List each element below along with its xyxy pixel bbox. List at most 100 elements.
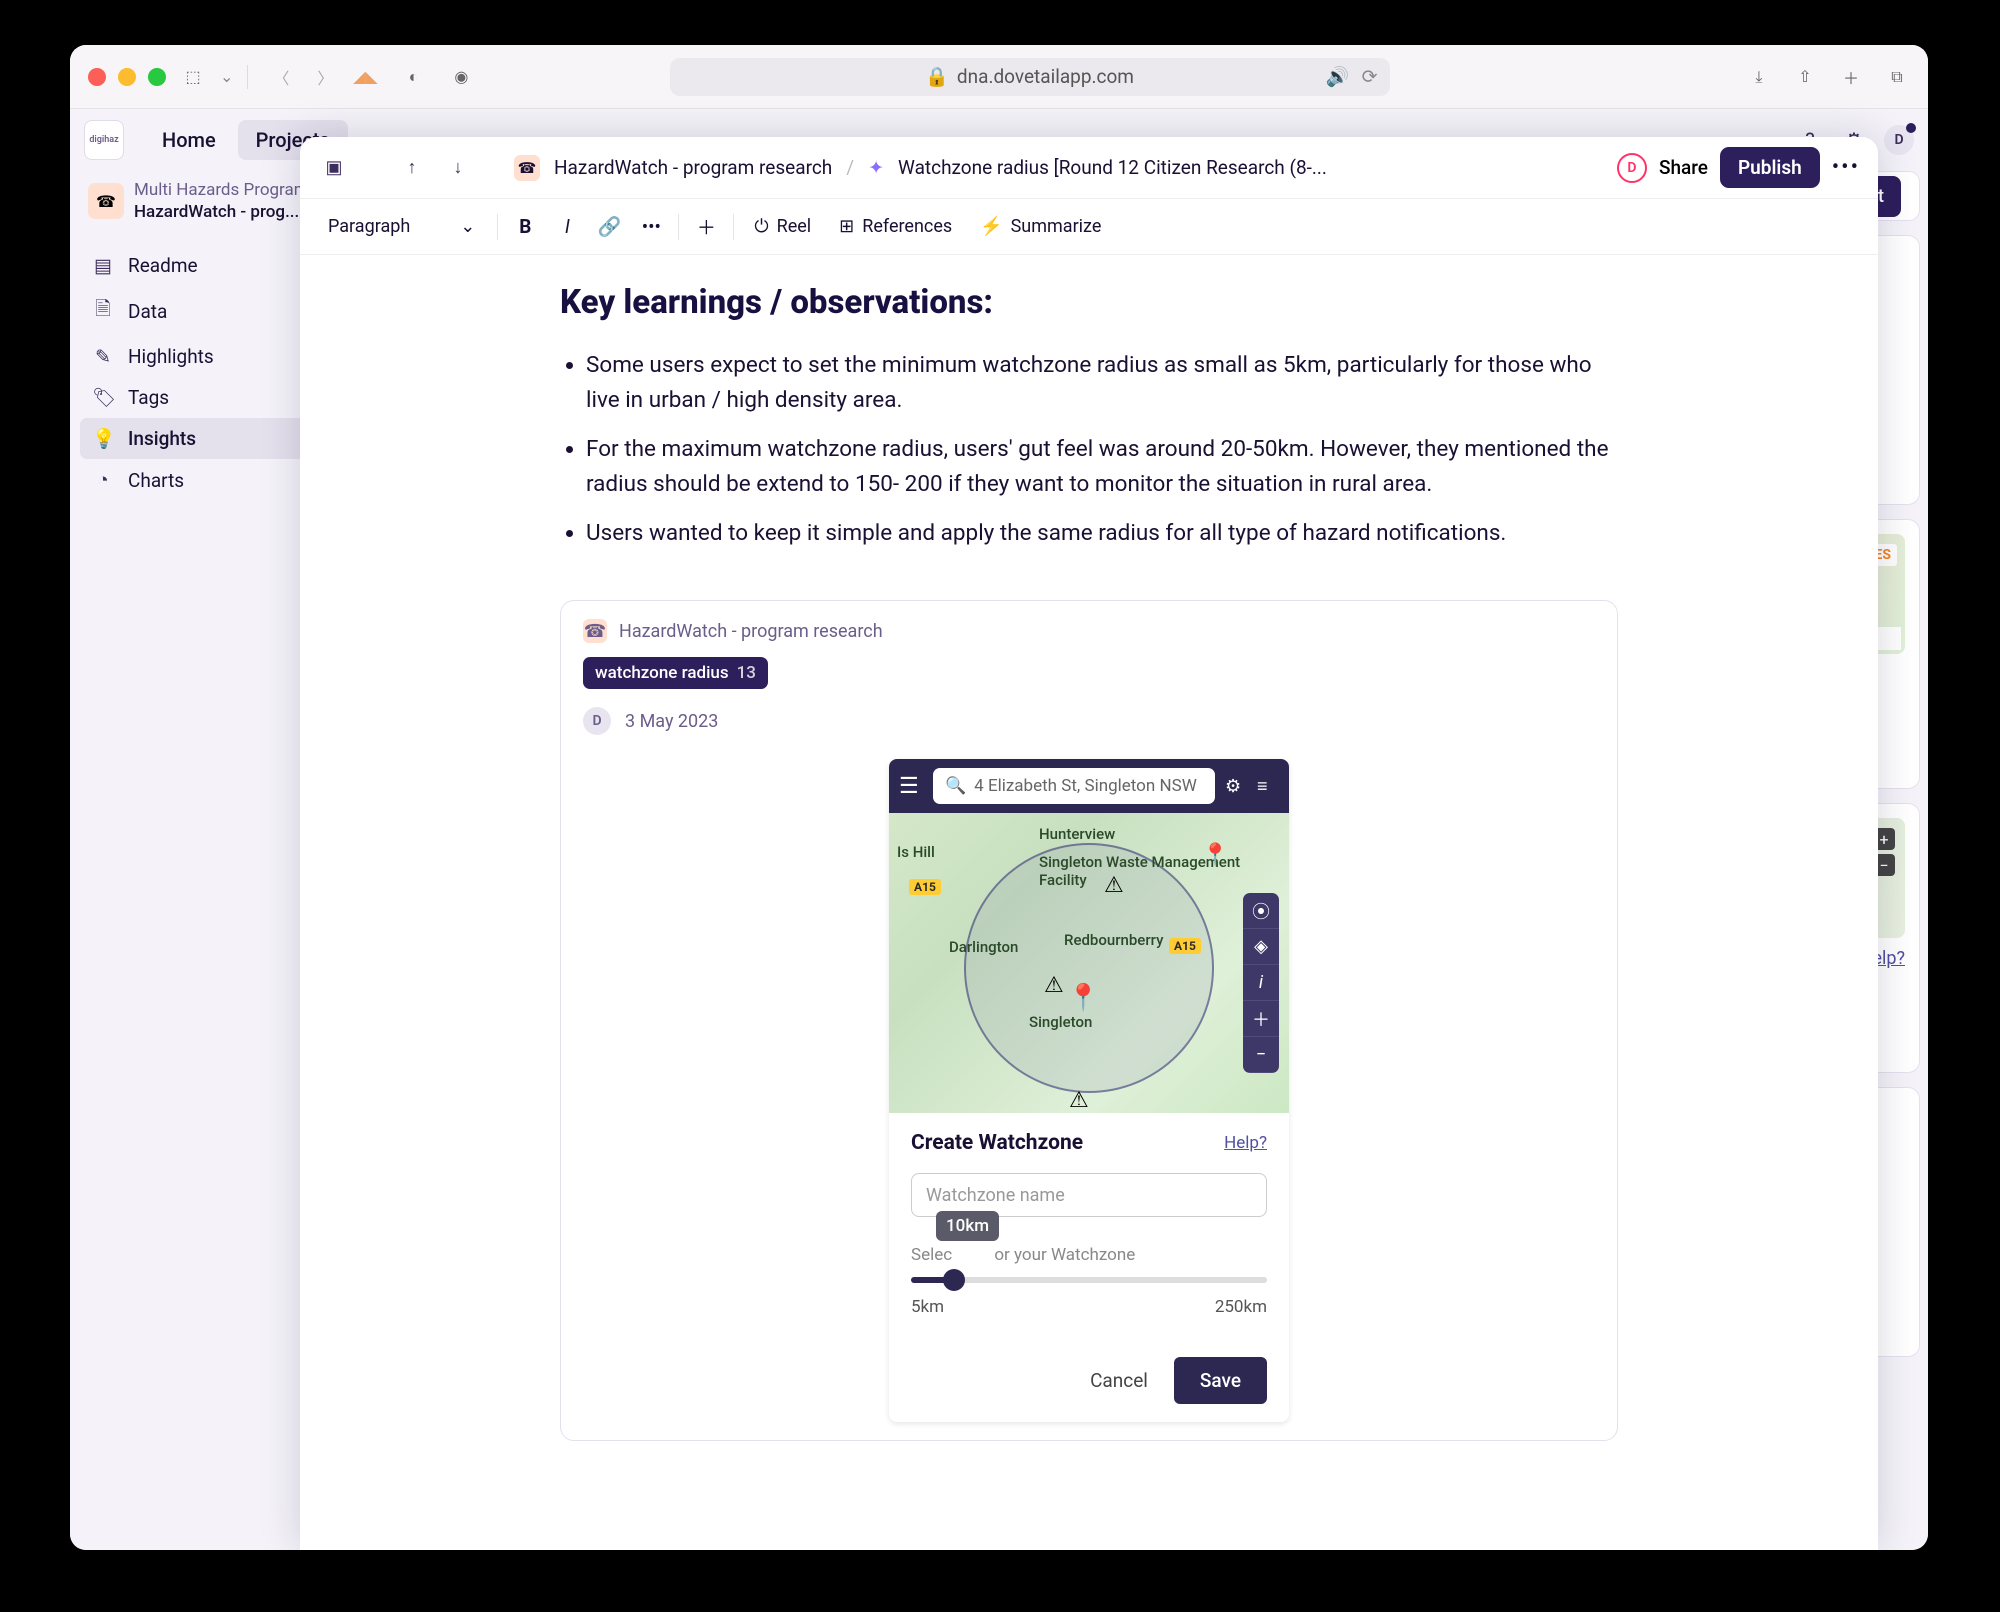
map-search-input[interactable]: 🔍 4 Elizabeth St, Singleton NSW <box>933 768 1215 804</box>
linked-meta: D 3 May 2023 <box>583 707 1595 735</box>
embedded-screenshot: ☰ 🔍 4 Elizabeth St, Singleton NSW ⚙ ≡ Si… <box>889 759 1289 1422</box>
tag-count: 13 <box>737 663 756 683</box>
publish-button[interactable]: Publish <box>1720 147 1820 188</box>
address-bar[interactable]: 🔒 dna.dovetailapp.com 🔊 ⟳ <box>670 58 1390 96</box>
editor-toolbar: Paragraph B I 🔗 ••• ＋ ⏻Reel ⊞References … <box>300 199 1878 255</box>
safari-toolbar: ⬚ ⌄ 〈 〉 ◢◣ ◐ ◉ 🔒 dna.dovetailapp.com 🔊 ⟳… <box>70 45 1928 109</box>
panel-title: Create Watchzone <box>911 1131 1083 1155</box>
warning-icon: ⚠ <box>1104 873 1124 898</box>
minimize-window-button[interactable] <box>118 68 136 86</box>
privacy-shield-icon[interactable]: ◢◣ <box>352 64 378 90</box>
bullet-item[interactable]: Some users expect to set the minimum wat… <box>586 348 1618 418</box>
hamburger-icon[interactable]: ☰ <box>899 774 923 799</box>
editor-body[interactable]: Key learnings / observations: Some users… <box>300 255 1878 1550</box>
tab-home[interactable]: Home <box>144 120 234 160</box>
map-location-label: Redbournberry <box>1064 931 1163 949</box>
workspace-logo[interactable]: digihaz <box>84 120 124 160</box>
map-controls: ⦿ ◈ i ＋ − <box>1243 893 1279 1073</box>
close-window-button[interactable] <box>88 68 106 86</box>
tabs-icon[interactable]: ⧉ <box>1884 64 1910 90</box>
bold-icon[interactable]: B <box>510 215 540 238</box>
url-text: dna.dovetailapp.com <box>957 65 1134 88</box>
reel-icon: ⏻ <box>754 216 768 237</box>
map-location-label: Singleton Waste Management Facility <box>1039 853 1289 889</box>
zoom-out-icon[interactable]: − <box>1243 1037 1279 1073</box>
maximize-window-button[interactable] <box>148 68 166 86</box>
program-name: Multi Hazards Program <box>134 179 309 201</box>
download-icon[interactable]: ⤓ <box>1746 64 1772 90</box>
sidebar-label: Highlights <box>128 345 214 368</box>
help-link[interactable]: Help? <box>1224 1133 1267 1153</box>
sparkle-icon: ✦ <box>868 156 884 179</box>
input-placeholder: Watchzone name <box>926 1185 1065 1206</box>
breadcrumb-project[interactable]: HazardWatch - program research <box>554 156 832 179</box>
cancel-button[interactable]: Cancel <box>1090 1369 1148 1392</box>
reel-button[interactable]: ⏻ Reel <box>746 216 819 237</box>
reload-icon[interactable]: ⟳ <box>1362 65 1378 88</box>
search-icon: 🔍 <box>945 776 966 796</box>
viewer-avatar[interactable]: D <box>1617 153 1647 183</box>
summarize-label: Summarize <box>1011 216 1102 237</box>
breadcrumb-insight-title[interactable]: Watchzone radius [Round 12 Citizen Resea… <box>898 156 1327 179</box>
block-style-select[interactable]: Paragraph <box>318 210 485 243</box>
bullet-item[interactable]: Users wanted to keep it simple and apply… <box>586 516 1618 551</box>
sidebar-label: Insights <box>128 427 196 450</box>
contrast-icon[interactable]: ◐ <box>400 64 426 90</box>
sliders-icon[interactable]: ⚙ <box>1225 776 1247 797</box>
extension-icon[interactable]: ◉ <box>448 64 474 90</box>
reel-label: Reel <box>777 216 812 237</box>
location-pin-icon: 📍 <box>1067 983 1099 1013</box>
back-button[interactable]: 〈 <box>268 64 294 90</box>
info-icon[interactable]: i <box>1243 965 1279 1001</box>
breadcrumb: ☎ HazardWatch - program research / ✦ Wat… <box>514 155 1327 181</box>
sidebar-toggle-icon[interactable]: ⬚ <box>180 64 206 90</box>
italic-icon[interactable]: I <box>552 215 582 238</box>
overflow-icon[interactable]: ••• <box>636 215 666 238</box>
project-name: HazardWatch - prog... <box>134 201 309 223</box>
window-controls <box>88 68 166 86</box>
slider-max-label: 250km <box>1215 1297 1267 1317</box>
forward-button[interactable]: 〉 <box>312 64 338 90</box>
layers-icon[interactable]: ◈ <box>1243 929 1279 965</box>
arrow-down-icon[interactable]: ↓ <box>442 152 474 184</box>
bullet-list[interactable]: Some users expect to set the minimum wat… <box>560 348 1618 550</box>
slider-label: Selec or your Watchzone <box>911 1245 1135 1265</box>
locate-icon[interactable]: ⦿ <box>1243 893 1279 929</box>
list-icon[interactable]: ≡ <box>1257 776 1279 797</box>
breadcrumb-separator: / <box>846 156 854 179</box>
collapse-icon[interactable]: ▣ <box>318 152 350 184</box>
slider-min-label: 5km <box>911 1297 944 1317</box>
share-icon[interactable]: ⇧ <box>1792 64 1818 90</box>
slider-thumb[interactable] <box>943 1269 965 1291</box>
link-icon[interactable]: 🔗 <box>594 215 624 238</box>
sidebar-label: Tags <box>128 386 169 409</box>
road-shield: A15 <box>1169 938 1201 954</box>
modal-header: ▣ ↑ ↓ ☎ HazardWatch - program research /… <box>300 137 1878 199</box>
map-canvas[interactable]: Singleton Waste Management Facility ⚠ Re… <box>889 813 1289 1113</box>
arrow-up-icon[interactable]: ↑ <box>396 152 428 184</box>
chevron-down-icon[interactable]: ⌄ <box>220 67 233 86</box>
references-button[interactable]: ⊞References <box>831 216 960 237</box>
save-button[interactable]: Save <box>1174 1357 1267 1404</box>
slider-value-tooltip: 10km <box>936 1211 999 1241</box>
data-icon: 🗎 <box>92 295 114 327</box>
project-chip-icon: ☎ <box>583 619 607 643</box>
tag-pill[interactable]: watchzone radius 13 <box>583 657 768 689</box>
speaker-icon[interactable]: 🔊 <box>1326 65 1350 88</box>
more-actions-icon[interactable]: ••• <box>1832 155 1860 180</box>
summarize-button[interactable]: ⚡Summarize <box>972 216 1109 237</box>
map-location-label: Singleton <box>1029 1013 1092 1031</box>
add-block-icon[interactable]: ＋ <box>691 213 721 240</box>
insight-heading[interactable]: Key learnings / observations: <box>560 283 1618 322</box>
project-icon: ☎ <box>88 183 124 219</box>
linked-highlight-card[interactable]: ☎ HazardWatch - program research watchzo… <box>560 600 1618 1441</box>
user-avatar[interactable]: D <box>1884 125 1914 155</box>
charts-icon: ◔ <box>92 468 114 492</box>
linked-project-name: HazardWatch - program research <box>619 621 883 642</box>
bullet-item[interactable]: For the maximum watchzone radius, users'… <box>586 432 1618 502</box>
new-tab-icon[interactable]: ＋ <box>1838 64 1864 90</box>
zoom-in-icon[interactable]: ＋ <box>1243 1001 1279 1037</box>
slider-track[interactable] <box>911 1277 1267 1283</box>
tags-icon: 🏷 <box>92 386 114 409</box>
share-button[interactable]: Share <box>1659 156 1708 179</box>
